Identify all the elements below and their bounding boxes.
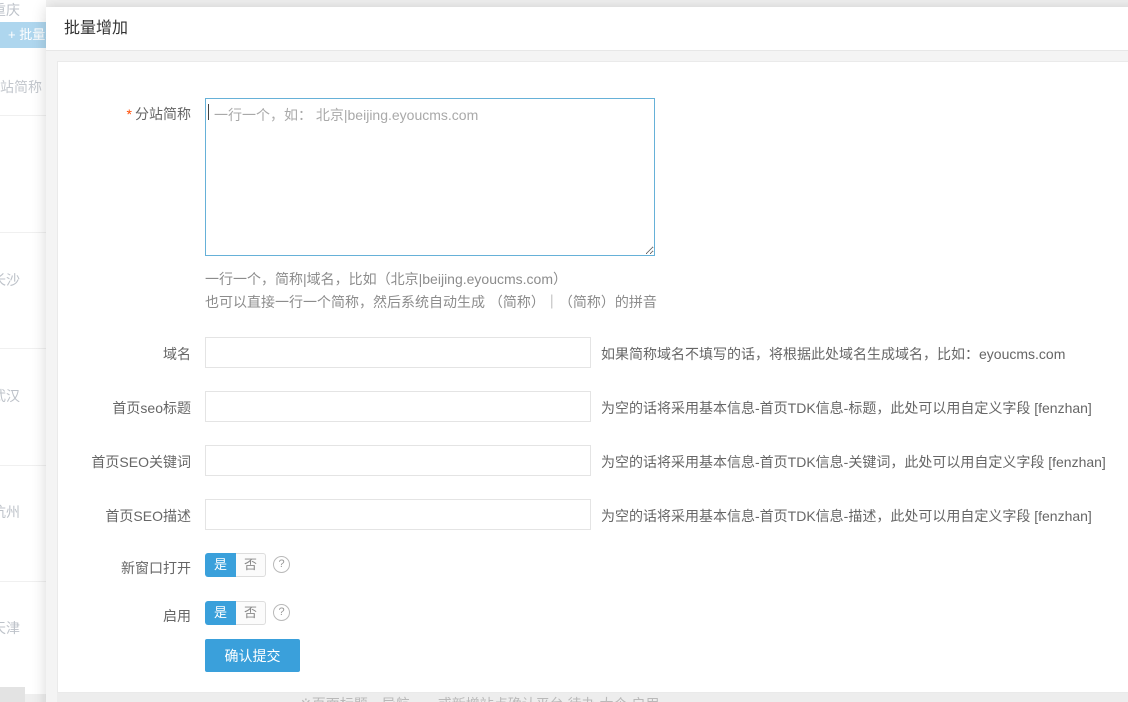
batch-add-form-panel: *分站简称 一行一个，简称|域名，比如（北京|beijing.eyoucms.c…: [57, 61, 1128, 693]
batch-add-dialog: 批量增加 *分站简称 一行一个，简称|域名，比如（北京|beijing.eyou…: [46, 7, 1128, 702]
field-label-seo-description: 首页SEO描述: [58, 506, 191, 526]
site-row-changsha: 长沙: [0, 270, 20, 290]
page-bottom-corner: [0, 687, 25, 702]
batch-add-button[interactable]: + 批量增加: [0, 22, 46, 48]
field-label-seo-keywords: 首页SEO关键词: [58, 452, 191, 472]
new-window-help-icon[interactable]: ?: [273, 556, 290, 573]
bottom-tips-band: ※页面标题－导航……或新增站点确认平台 待办 大个 启用: [57, 693, 1128, 702]
text-cursor: [208, 104, 209, 120]
enabled-yes-option[interactable]: 是: [205, 601, 236, 625]
field-label-new-window: 新窗口打开: [58, 558, 191, 578]
row-divider: [0, 581, 46, 582]
site-row-wuhan: 武汉: [0, 386, 20, 406]
site-abbr-textarea[interactable]: [205, 98, 655, 256]
required-asterisk: *: [127, 106, 132, 122]
enabled-help-icon[interactable]: ?: [273, 604, 290, 621]
new-window-toggle: 是 否: [205, 553, 266, 577]
field-label-enabled: 启用: [58, 606, 191, 626]
seo-description-input[interactable]: [205, 499, 591, 530]
field-label-site-abbr: *分站简称: [58, 104, 191, 124]
clipped-tip-text: ※页面标题－导航……或新增站点确认平台 待办 大个 启用: [300, 694, 659, 702]
field-label-domain: 域名: [58, 344, 191, 364]
new-window-yes-option[interactable]: 是: [205, 553, 236, 577]
row-divider: [0, 115, 46, 116]
site-row-tianjin: 天津: [0, 618, 20, 638]
site-row-chongqing: 重庆: [0, 0, 20, 20]
row-divider: [0, 465, 46, 466]
field-label-seo-title: 首页seo标题: [58, 398, 191, 418]
domain-hint: 如果简称域名不填写的话，将根据此处域名生成域名，比如：eyoucms.com: [601, 344, 1065, 364]
domain-input[interactable]: [205, 337, 591, 368]
enabled-no-option[interactable]: 否: [236, 601, 266, 625]
row-divider: [0, 348, 46, 349]
abbr-help-line-1: 一行一个，简称|域名，比如（北京|beijing.eyoucms.com）: [205, 269, 567, 289]
enabled-toggle: 是 否: [205, 601, 266, 625]
new-window-no-option[interactable]: 否: [236, 553, 266, 577]
seo-title-hint: 为空的话将采用基本信息-首页TDK信息-标题，此处可以用自定义字段 [fenzh…: [601, 398, 1092, 418]
seo-description-hint: 为空的话将采用基本信息-首页TDK信息-描述，此处可以用自定义字段 [fenzh…: [601, 506, 1092, 526]
page-background-sliver: [46, 0, 1128, 7]
site-row-hangzhou: 杭州: [0, 502, 20, 522]
abbr-help-line-2: 也可以直接一行一个简称，然后系统自动生成 （简称）｜（简称）的拼音: [205, 292, 657, 312]
seo-title-input[interactable]: [205, 391, 591, 422]
confirm-submit-button[interactable]: 确认提交: [205, 639, 300, 672]
dialog-title: 批量增加: [46, 7, 1128, 51]
seo-keywords-input[interactable]: [205, 445, 591, 476]
seo-keywords-hint: 为空的话将采用基本信息-首页TDK信息-关键词，此处可以用自定义字段 [fenz…: [601, 452, 1106, 472]
row-divider: [0, 232, 46, 233]
column-header-site-abbr: 分站简称: [0, 77, 42, 97]
